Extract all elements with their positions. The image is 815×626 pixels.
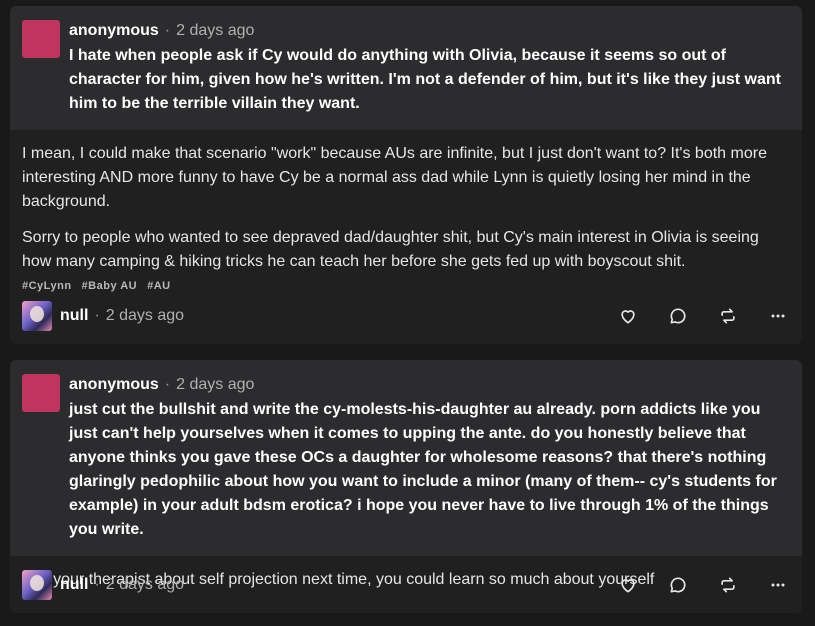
tag-link[interactable]: #CyLynn	[22, 280, 72, 292]
meta-separator: ·	[94, 576, 100, 593]
tag-link[interactable]: #AU	[147, 280, 171, 292]
tag-list: #CyLynn #Baby AU #AU	[10, 274, 802, 292]
comment-button[interactable]	[666, 304, 690, 328]
anonymous-avatar	[22, 20, 60, 58]
answer-paragraph: I mean, I could make that scenario "work…	[22, 145, 767, 210]
anonymous-avatar	[22, 374, 60, 412]
post-timestamp[interactable]: 2 days ago	[106, 576, 184, 594]
ask-timestamp: 2 days ago	[176, 376, 255, 393]
reblog-icon	[721, 308, 735, 324]
asker-name[interactable]: anonymous	[69, 22, 159, 39]
post-card: anonymous · 2 days ago just cut the bullsh…	[10, 360, 802, 613]
post-card: anonymous · 2 days ago I hate when people …	[10, 6, 802, 344]
ask-block: anonymous · 2 days ago I hate when people …	[10, 6, 802, 130]
ask-meta: anonymous · 2 days ago	[69, 374, 790, 396]
comment-icon	[670, 577, 686, 593]
more-button[interactable]	[766, 304, 790, 328]
post-actions	[590, 573, 790, 597]
ask-meta: anonymous · 2 days ago	[69, 20, 790, 42]
ask-text: I hate when people ask if Cy would do an…	[69, 47, 781, 112]
reblog-button[interactable]	[716, 573, 740, 597]
like-button[interactable]	[616, 573, 640, 597]
more-icon	[771, 314, 785, 318]
more-button[interactable]	[766, 573, 790, 597]
reblog-button[interactable]	[716, 304, 740, 328]
more-icon	[771, 583, 785, 587]
author-name[interactable]: null	[60, 307, 88, 325]
post-footer: null · 2 days ago	[10, 296, 802, 336]
user-avatar[interactable]	[22, 301, 52, 331]
author-name[interactable]: null	[60, 576, 88, 594]
post-actions	[590, 304, 790, 328]
answer-body: I mean, I could make that scenario "work…	[10, 130, 802, 274]
meta-separator: ·	[164, 22, 171, 39]
answer-paragraph: Sorry to people who wanted to see deprav…	[22, 229, 759, 270]
ask-text: just cut the bullshit and write the cy-m…	[69, 401, 777, 538]
comment-button[interactable]	[666, 573, 690, 597]
meta-separator: ·	[164, 376, 171, 393]
asker-name[interactable]: anonymous	[69, 376, 159, 393]
ask-block: anonymous · 2 days ago just cut the bullsh…	[10, 360, 802, 556]
reblog-icon	[721, 577, 735, 593]
post-timestamp[interactable]: 2 days ago	[106, 307, 184, 325]
like-button[interactable]	[616, 304, 640, 328]
comment-icon	[670, 308, 686, 324]
tag-link[interactable]: #Baby AU	[82, 280, 138, 292]
user-avatar[interactable]	[22, 570, 52, 600]
post-footer: null · 2 days ago	[10, 565, 802, 605]
heart-icon	[621, 579, 635, 593]
heart-icon	[621, 310, 635, 324]
ask-timestamp: 2 days ago	[176, 22, 255, 39]
meta-separator: ·	[94, 307, 100, 324]
